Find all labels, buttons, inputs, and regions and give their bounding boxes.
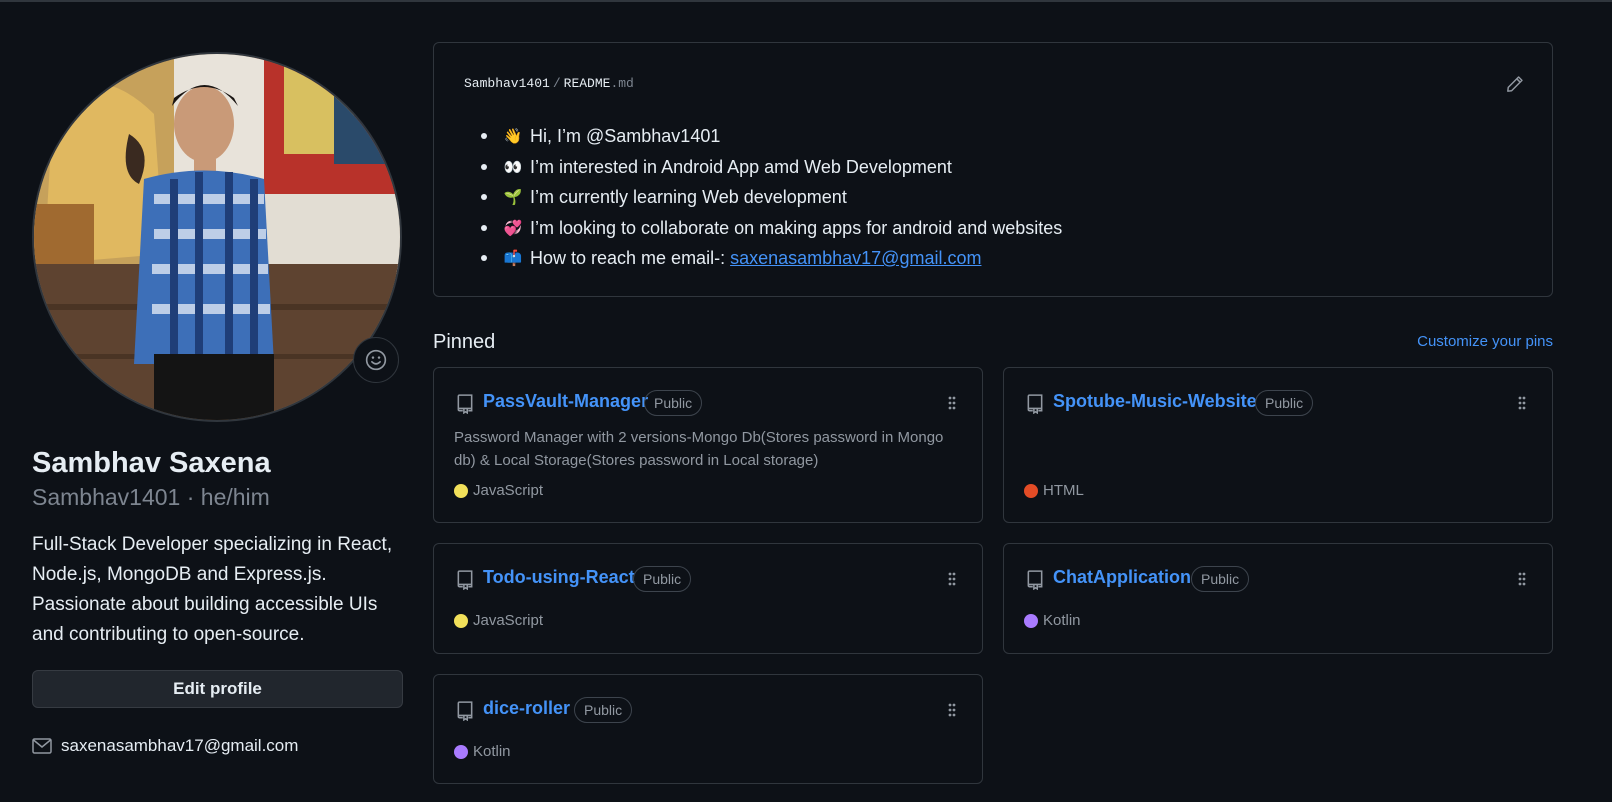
repo-icon	[457, 701, 473, 721]
repo-name-link[interactable]: PassVault-Manager	[483, 391, 648, 412]
mailbox-icon: 📫	[503, 249, 523, 267]
readme-item-text: Hi, I’m @Sambhav1401	[530, 126, 721, 146]
pinned-repo-card: PassVault-Manager Public Password Manage…	[433, 367, 983, 523]
grabber-icon[interactable]	[1516, 571, 1528, 587]
repo-icon	[457, 570, 473, 590]
waving-hand-icon: 👋	[503, 127, 523, 145]
profile-readme: Sambhav1401/README.md 👋 Hi, I’m @Sambhav1…	[433, 42, 1553, 297]
repo-icon	[457, 394, 473, 414]
bullet	[481, 133, 487, 140]
hearts-icon: 💞️	[503, 218, 523, 237]
readme-file-name[interactable]: README	[564, 76, 611, 91]
top-border	[0, 0, 1612, 2]
readme-item: 🌱 I’m currently learning Web development	[481, 182, 1062, 213]
pencil-icon	[1507, 76, 1523, 92]
repo-language: Kotlin	[1024, 612, 1081, 629]
profile-full-name: Sambhav Saxena	[32, 447, 271, 479]
readme-item-text: I’m currently learning Web development	[530, 187, 847, 207]
readme-file-ext: .md	[610, 76, 634, 91]
repo-language: JavaScript	[454, 482, 543, 499]
profile-username: Sambhav1401 · he/him	[32, 484, 270, 510]
readme-item-text: How to reach me email-:	[530, 248, 726, 268]
repo-name-link[interactable]: dice-roller	[483, 698, 570, 719]
profile-email-link[interactable]: saxenasambhav17@gmail.com	[61, 736, 298, 756]
profile-bio: Full-Stack Developer specializing in Rea…	[32, 534, 393, 645]
edit-profile-button[interactable]: Edit profile	[32, 670, 403, 708]
repo-language: HTML	[1024, 482, 1084, 499]
grabber-icon[interactable]	[946, 571, 958, 587]
visibility-badge: Public	[1191, 566, 1250, 592]
readme-item: 👋 Hi, I’m @Sambhav1401	[481, 121, 1062, 152]
avatar-wrapper	[32, 52, 402, 422]
avatar[interactable]	[32, 52, 402, 422]
readme-owner[interactable]: Sambhav1401	[464, 76, 550, 91]
language-color-dot	[454, 613, 468, 628]
repo-name-link[interactable]: Todo-using-React	[483, 567, 635, 588]
language-color-dot	[454, 744, 468, 759]
repo-icon	[1027, 570, 1043, 590]
eyes-icon: 👀	[503, 157, 523, 176]
readme-list: 👋 Hi, I’m @Sambhav1401 👀 I’m interested in…	[481, 121, 1062, 274]
repo-language-label: Kotlin	[473, 743, 511, 760]
visibility-badge: Public	[644, 390, 703, 416]
bullet	[481, 194, 487, 201]
visibility-badge: Public	[574, 697, 633, 723]
pinned-repo-card: dice-roller Public Kotlin	[433, 674, 983, 784]
repo-language: Kotlin	[454, 743, 511, 760]
repo-icon	[1027, 394, 1043, 414]
language-color-dot	[454, 483, 468, 498]
bullet	[481, 255, 487, 262]
visibility-badge: Public	[633, 566, 692, 592]
language-color-dot	[1024, 483, 1038, 498]
pinned-repo-card: Todo-using-React Public JavaScript	[433, 543, 983, 654]
pinned-repo-card: Spotube-Music-Website Public HTML	[1003, 367, 1553, 523]
avatar-image	[34, 54, 400, 420]
repo-description: Password Manager with 2 versions-Mongo D…	[454, 429, 944, 469]
readme-item: 📫 How to reach me email-: saxenasambhav17@…	[481, 243, 1062, 274]
bullet	[481, 224, 487, 231]
readme-item: 💞️ I’m looking to collaborate on making a…	[481, 213, 1062, 244]
profile-sidebar: Sambhav Saxena Sambhav1401 · he/him Full…	[32, 52, 404, 756]
repo-language-label: Kotlin	[1043, 612, 1081, 629]
grabber-icon[interactable]	[946, 395, 958, 411]
repo-language-label: HTML	[1043, 482, 1084, 499]
readme-path-separator: /	[552, 76, 561, 91]
repo-name-link[interactable]: Spotube-Music-Website	[1053, 391, 1257, 412]
customize-pins-link[interactable]: Customize your pins	[1417, 333, 1553, 350]
readme-email-link[interactable]: saxenasambhav17@gmail.com	[730, 243, 981, 274]
readme-item-text: I’m interested in Android App amd Web De…	[530, 156, 952, 177]
repo-language-label: JavaScript	[473, 612, 544, 629]
repo-name-link[interactable]: ChatApplication	[1053, 567, 1191, 588]
smiley-icon	[365, 349, 387, 371]
mail-icon	[32, 738, 52, 754]
grabber-icon[interactable]	[946, 702, 958, 718]
pinned-repo-card: ChatApplication Public Kotlin	[1003, 543, 1553, 654]
set-status-button[interactable]	[353, 337, 399, 383]
visibility-badge: Public	[1255, 390, 1314, 416]
profile-email: saxenasambhav17@gmail.com	[32, 736, 404, 756]
grabber-icon[interactable]	[1516, 395, 1528, 411]
bullet	[481, 163, 487, 170]
edit-readme-button[interactable]	[1506, 75, 1524, 98]
seedling-icon: 🌱	[503, 188, 523, 206]
repo-language: JavaScript	[454, 612, 543, 629]
readme-item: 👀 I’m interested in Android App amd Web D…	[481, 152, 1062, 183]
readme-path: Sambhav1401/README.md	[464, 76, 634, 91]
language-color-dot	[1024, 613, 1038, 628]
readme-item-text: I’m looking to collaborate on making app…	[530, 217, 1063, 238]
repo-language-label: JavaScript	[473, 482, 544, 499]
pinned-heading: Pinned	[433, 331, 496, 353]
